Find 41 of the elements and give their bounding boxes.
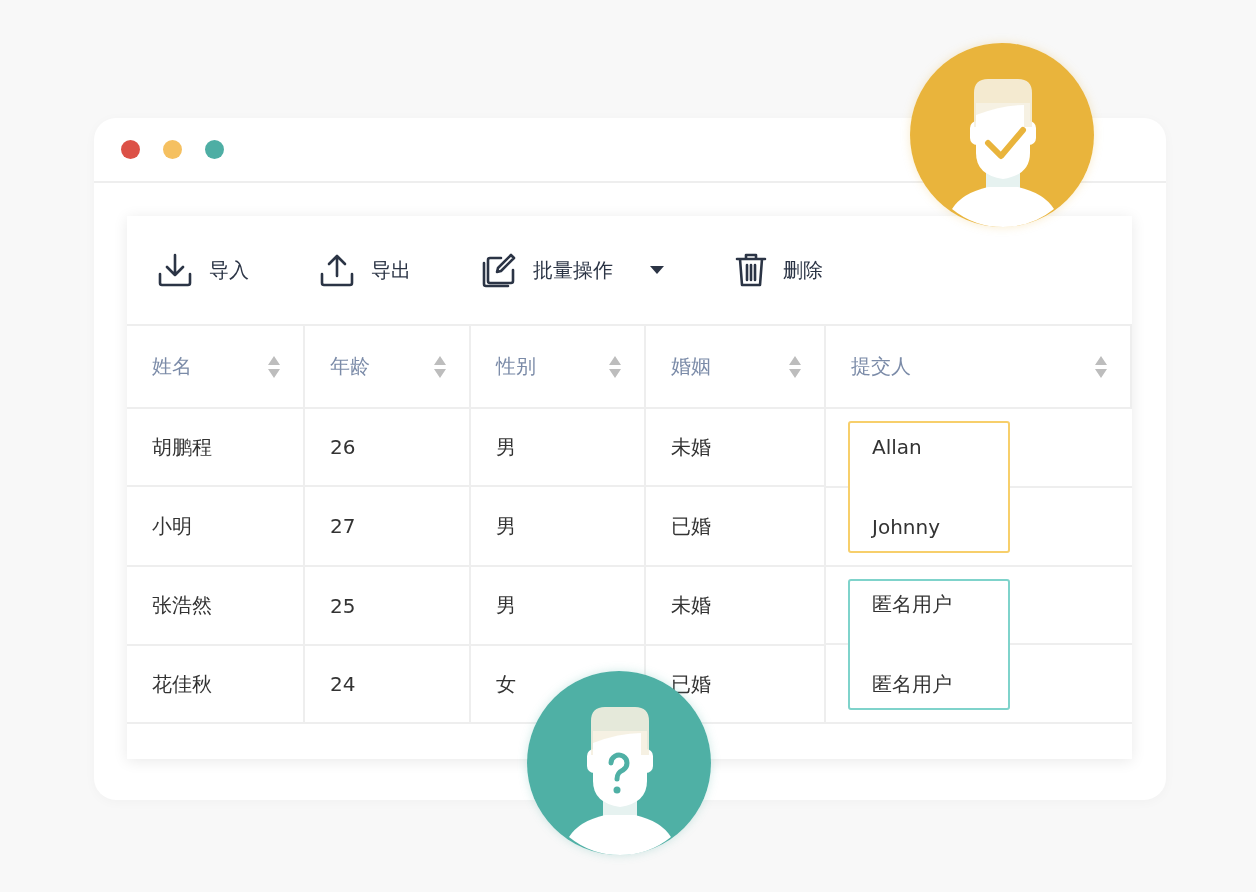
trash-icon: [735, 252, 767, 288]
column-header[interactable]: 姓名: [152, 353, 192, 380]
table-cell: 未婚: [671, 592, 711, 619]
download-icon: [157, 252, 193, 288]
minimize-dot[interactable]: [163, 140, 182, 159]
table-cell: 花佳秋: [152, 670, 212, 698]
submitter-name: 匿名用户: [871, 670, 952, 698]
edit-icon: [481, 252, 517, 288]
table-cell: 男: [496, 592, 516, 619]
table-cell: 张浩然: [152, 592, 212, 619]
sort-icon[interactable]: [267, 354, 281, 379]
submitter-name: Johnny: [870, 515, 940, 539]
column-header[interactable]: 婚姻: [671, 353, 711, 380]
sort-icon[interactable]: [433, 354, 447, 379]
table-cell: 女: [496, 670, 516, 698]
table-cell: 胡鹏程: [152, 433, 212, 461]
maximize-dot[interactable]: [205, 140, 224, 159]
table-cell: 25: [330, 593, 356, 618]
submitter-name: 匿名用户: [871, 591, 952, 619]
table-cell: 24: [330, 672, 356, 696]
toolbar-button[interactable]: 删除: [735, 252, 823, 288]
table-cell: 未婚: [671, 433, 711, 461]
column-header[interactable]: 年龄: [330, 353, 370, 380]
toolbar-button[interactable]: 导入: [157, 252, 249, 288]
close-dot[interactable]: [121, 140, 140, 159]
sort-icon[interactable]: [608, 354, 622, 379]
table-cell: 26: [330, 435, 356, 459]
sort-icon[interactable]: [1094, 354, 1108, 379]
column-header[interactable]: 提交人: [851, 353, 911, 380]
table-cell: 男: [496, 433, 516, 461]
upload-icon: [319, 252, 355, 288]
caret-icon[interactable]: [649, 265, 665, 275]
toolbar-button[interactable]: 批量操作: [481, 252, 665, 288]
table-cell: 27: [330, 514, 356, 538]
toolbar-button[interactable]: 导出: [319, 252, 411, 288]
sort-icon[interactable]: [788, 354, 802, 379]
table-cell: 小明: [152, 512, 192, 540]
table-cell: 男: [496, 512, 516, 540]
submitter-name: Allan: [871, 435, 922, 459]
table-cell: 已婚: [671, 512, 711, 540]
column-header[interactable]: 性别: [496, 353, 536, 380]
